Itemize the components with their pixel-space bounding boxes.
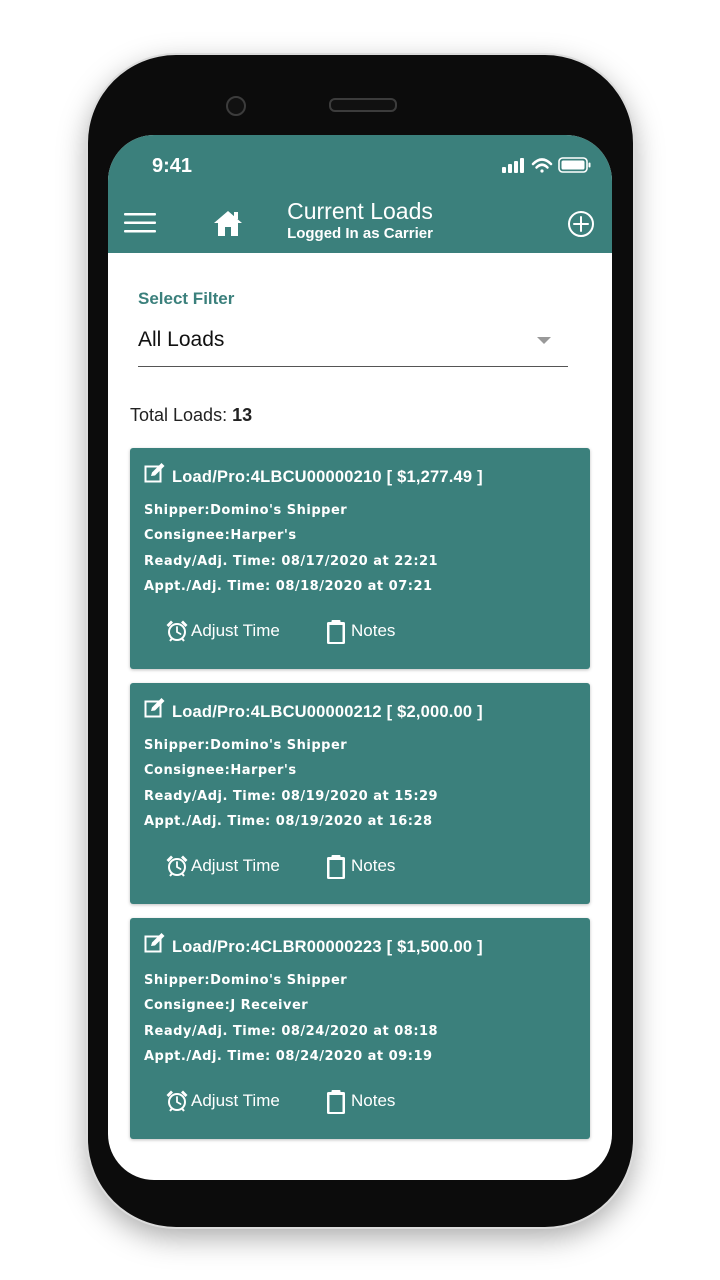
clipboard-icon [327, 1090, 345, 1114]
header-title-block: Current Loads Logged In as Carrier [258, 197, 462, 243]
load-consignee: Consignee:Harper's [144, 528, 297, 543]
notes-label: Notes [351, 856, 396, 875]
edit-icon[interactable] [144, 462, 166, 484]
dropdown-arrow-icon [537, 337, 551, 344]
load-consignee: Consignee:J Receiver [144, 998, 309, 1013]
alarm-clock-icon [166, 855, 188, 877]
load-consignee: Consignee:Harper's [144, 763, 297, 778]
app-screen: 9:41 Current Loads Logged In as Carrier … [108, 135, 612, 1180]
load-ready-time: Ready/Adj. Time: 08/19/2020 at 15:29 [144, 789, 439, 804]
filter-selected-value: All Loads [138, 328, 225, 351]
add-circle-icon[interactable] [567, 210, 595, 238]
load-appt-time: Appt./Adj. Time: 08/18/2020 at 07:21 [144, 579, 433, 594]
app-header: 9:41 Current Loads Logged In as Carrier [108, 135, 612, 253]
home-icon[interactable] [212, 207, 244, 239]
edit-icon[interactable] [144, 932, 166, 954]
clipboard-icon [327, 620, 345, 644]
page-subtitle: Logged In as Carrier [287, 225, 433, 242]
filter-dropdown[interactable]: All Loads [138, 322, 568, 367]
status-icons [502, 155, 592, 175]
total-loads: Total Loads: 13 [130, 405, 252, 426]
wifi-icon [531, 158, 553, 173]
battery-icon [558, 157, 591, 173]
alarm-clock-icon [166, 620, 188, 642]
notes-label: Notes [351, 621, 396, 640]
clipboard-icon [327, 855, 345, 879]
earpiece-speaker [329, 98, 397, 112]
notes-label: Notes [351, 1091, 396, 1110]
front-camera [226, 96, 246, 116]
load-shipper: Shipper:Domino's Shipper [144, 738, 348, 753]
load-ready-time: Ready/Adj. Time: 08/24/2020 at 08:18 [144, 1024, 439, 1039]
load-shipper: Shipper:Domino's Shipper [144, 503, 348, 518]
load-title: Load/Pro:4LBCU00000212 [ $2,000.00 ] [172, 703, 483, 721]
load-card[interactable]: Load/Pro:4LBCU00000212 [ $2,000.00 ] Shi… [130, 683, 590, 904]
total-loads-label: Total Loads: [130, 405, 228, 425]
adjust-time-label: Adjust Time [191, 621, 280, 640]
load-card[interactable]: Load/Pro:4CLBR00000223 [ $1,500.00 ] Shi… [130, 918, 590, 1139]
load-card[interactable]: Load/Pro:4LBCU00000210 [ $1,277.49 ] Shi… [130, 448, 590, 669]
load-title: Load/Pro:4CLBR00000223 [ $1,500.00 ] [172, 938, 483, 956]
filter-label: Select Filter [138, 289, 235, 308]
page-title: Current Loads [287, 198, 433, 224]
alarm-clock-icon [166, 1090, 188, 1112]
load-appt-time: Appt./Adj. Time: 08/24/2020 at 09:19 [144, 1049, 433, 1064]
load-title: Load/Pro:4LBCU00000210 [ $1,277.49 ] [172, 468, 483, 486]
hamburger-menu-icon[interactable] [123, 209, 157, 237]
adjust-time-label: Adjust Time [191, 856, 280, 875]
total-loads-count: 13 [232, 405, 253, 425]
edit-icon[interactable] [144, 697, 166, 719]
adjust-time-label: Adjust Time [191, 1091, 280, 1110]
load-appt-time: Appt./Adj. Time: 08/19/2020 at 16:28 [144, 814, 433, 829]
signal-icon [502, 158, 524, 173]
load-ready-time: Ready/Adj. Time: 08/17/2020 at 22:21 [144, 554, 439, 569]
status-time: 9:41 [152, 155, 193, 177]
load-shipper: Shipper:Domino's Shipper [144, 973, 348, 988]
